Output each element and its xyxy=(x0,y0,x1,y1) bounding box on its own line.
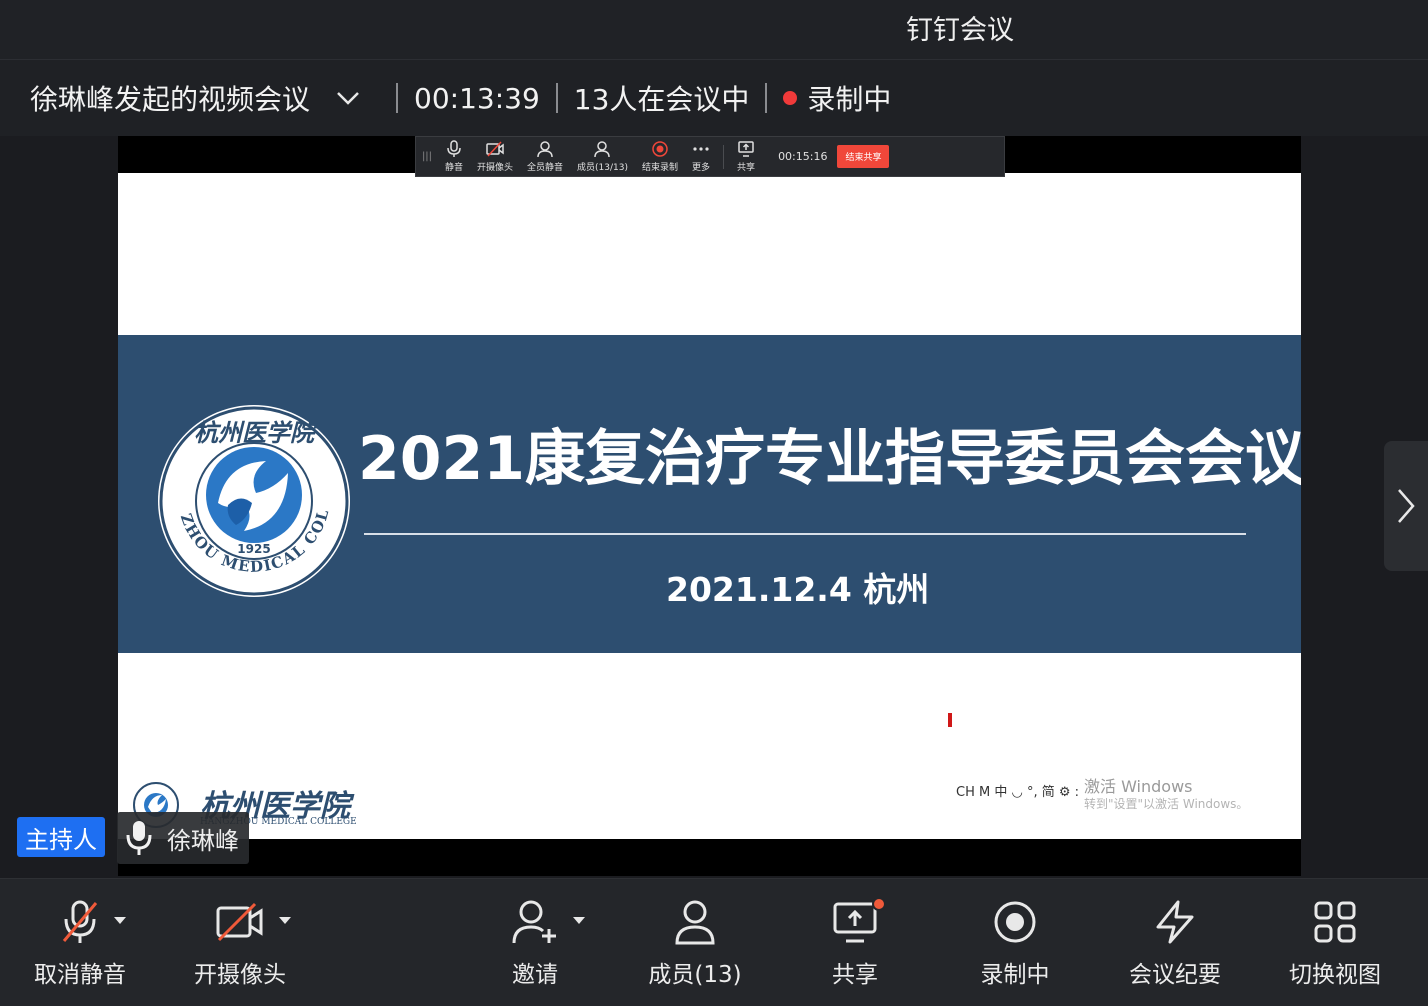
share-button[interactable]: 共享 xyxy=(785,893,925,993)
mini-more-button[interactable]: 更多 xyxy=(685,136,717,177)
caret-down-icon[interactable] xyxy=(279,917,291,924)
add-user-icon xyxy=(511,893,585,951)
more-icon xyxy=(693,147,709,151)
screen-share-view: 1925 HANGZHOU MEDICAL COLLEGE 杭州医学院 2021… xyxy=(118,136,1301,876)
grid-view-icon xyxy=(1313,893,1357,951)
share-notification-dot xyxy=(872,897,886,911)
slide-date-location: 2021.12.4 杭州 xyxy=(666,570,930,609)
drag-handle-icon[interactable]: ||| xyxy=(416,151,438,162)
windows-activation-hint: 转到"设置"以激活 Windows。 xyxy=(1084,797,1249,811)
slide-title: 2021康复治疗专业指导委员会会议 xyxy=(358,424,1301,494)
members-icon xyxy=(593,141,610,158)
mini-mute-all-button[interactable]: 全员静音 xyxy=(520,136,570,177)
meeting-elapsed-time: 00:13:39 xyxy=(414,81,540,115)
meeting-minutes-button[interactable]: 会议纪要 xyxy=(1105,893,1245,993)
bottom-toolbar: 取消静音 开摄像头 邀请 成员(13) 共享 录制中 会议纪要 切换视图 xyxy=(0,878,1428,1006)
share-mini-toolbar: ||| 静音 开摄像头 全员静音 成员(13/13) 结束录制 更多 共享 00… xyxy=(415,136,1005,177)
share-screen-icon xyxy=(832,893,886,951)
switch-view-button[interactable]: 切换视图 xyxy=(1265,893,1405,993)
speaker-name: 徐琳峰 xyxy=(167,826,239,855)
caret-down-icon[interactable] xyxy=(573,917,585,924)
chevron-right-icon xyxy=(1398,489,1415,523)
meeting-stage: 1925 HANGZHOU MEDICAL COLLEGE 杭州医学院 2021… xyxy=(0,136,1428,878)
slide-divider xyxy=(364,533,1246,535)
camera-off-icon xyxy=(486,141,504,157)
divider xyxy=(723,144,725,169)
cursor-mark xyxy=(948,713,952,727)
divider xyxy=(765,83,768,113)
divider xyxy=(555,83,558,113)
next-view-button[interactable] xyxy=(1384,441,1428,571)
unmute-button[interactable]: 取消静音 xyxy=(10,893,150,993)
members-button[interactable]: 成员(13) xyxy=(625,893,765,993)
logo-cn-text: 杭州医学院 xyxy=(194,418,318,447)
logo-year: 1925 xyxy=(237,542,270,556)
microphone-icon xyxy=(447,140,461,157)
camera-off-icon xyxy=(215,893,291,951)
mic-muted-icon xyxy=(60,893,126,951)
host-badge: 主持人 xyxy=(17,817,105,857)
presentation-slide: 1925 HANGZHOU MEDICAL COLLEGE 杭州医学院 2021… xyxy=(118,173,1301,839)
caret-down-icon[interactable] xyxy=(114,917,126,924)
meeting-name[interactable]: 徐琳峰发起的视频会议 xyxy=(30,78,310,118)
recording-dot-icon xyxy=(783,91,798,105)
mini-camera-button[interactable]: 开摄像头 xyxy=(470,136,520,177)
lightning-icon xyxy=(1152,893,1198,951)
invite-button[interactable]: 邀请 xyxy=(465,893,605,993)
title-bar: 钉钉会议 xyxy=(0,0,1428,60)
end-share-button[interactable]: 结束共享 xyxy=(837,145,890,168)
record-icon xyxy=(992,893,1038,951)
speaker-name-tag: 徐琳峰 xyxy=(117,812,249,864)
chevron-down-icon[interactable] xyxy=(334,84,362,112)
microphone-icon xyxy=(126,821,152,855)
mute-all-icon xyxy=(537,141,553,158)
college-logo-icon: 1925 HANGZHOU MEDICAL COLLEGE 杭州医学院 xyxy=(156,403,350,597)
record-icon xyxy=(652,141,668,157)
mini-stop-recording-button[interactable]: 结束录制 xyxy=(635,136,685,177)
mini-share-timer: 00:15:16 xyxy=(778,150,828,163)
mini-members-button[interactable]: 成员(13/13) xyxy=(570,136,635,177)
slide-banner: 1925 HANGZHOU MEDICAL COLLEGE 杭州医学院 2021… xyxy=(118,335,1301,653)
ime-toolbar[interactable]: CH M 中 ◡ °, 简 ⚙ : xyxy=(956,781,1079,800)
divider xyxy=(396,83,399,113)
mini-share-button[interactable]: 共享 xyxy=(730,136,762,177)
mini-mute-button[interactable]: 静音 xyxy=(438,136,470,177)
camera-button[interactable]: 开摄像头 xyxy=(170,893,310,993)
meeting-info-bar: 徐琳峰发起的视频会议 00:13:39 13人在会议中 录制中 xyxy=(0,60,1428,136)
recording-button[interactable]: 录制中 xyxy=(945,893,1085,993)
participant-count[interactable]: 13人在会议中 xyxy=(574,78,750,118)
members-icon xyxy=(671,893,719,951)
share-screen-icon xyxy=(738,141,754,157)
recording-status: 录制中 xyxy=(807,83,892,116)
app-title: 钉钉会议 xyxy=(906,15,1014,46)
windows-activation-watermark: 激活 Windows xyxy=(1084,777,1193,796)
